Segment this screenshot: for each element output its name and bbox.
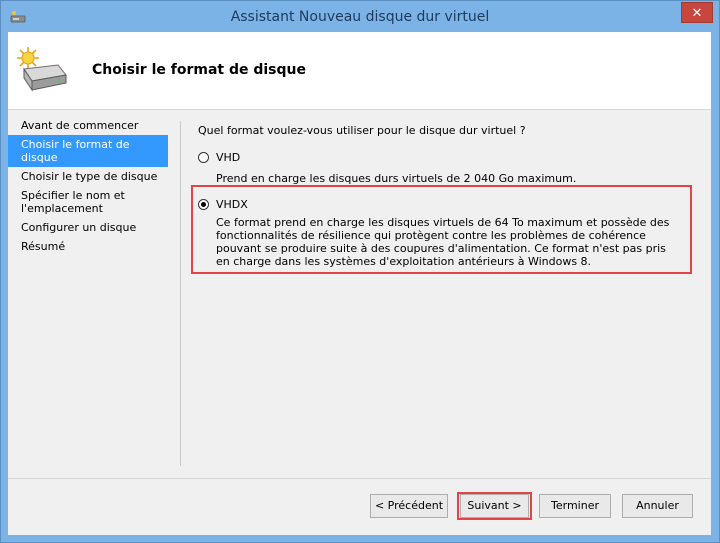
vhdx-highlight-box — [191, 185, 692, 274]
page-title: Choisir le format de disque — [92, 62, 306, 78]
nav-step-summary[interactable]: Résumé — [8, 237, 168, 256]
title-bar[interactable]: Assistant Nouveau disque dur virtuel ✕ — [1, 1, 719, 33]
nav-step-choose-disk-type[interactable]: Choisir le type de disque — [8, 167, 168, 186]
nav-divider — [180, 121, 181, 466]
next-button-highlight — [457, 492, 532, 520]
nav-step-configure-disk[interactable]: Configurer un disque — [8, 218, 168, 237]
wizard-client-area: Choisir le format de disque Avant de com… — [8, 32, 711, 535]
wizard-step-list: Avant de commencer Choisir le format de … — [8, 116, 168, 256]
cancel-button[interactable]: Annuler — [622, 494, 693, 518]
window-title: Assistant Nouveau disque dur virtuel — [230, 9, 490, 25]
vhd-label[interactable]: VHD — [216, 151, 240, 164]
nav-step-specify-name-location[interactable]: Spécifier le nom et l'emplacement — [8, 186, 168, 218]
close-icon: ✕ — [691, 6, 703, 21]
finish-button[interactable]: Terminer — [539, 494, 611, 518]
nav-step-before-you-begin[interactable]: Avant de commencer — [8, 116, 168, 135]
previous-button[interactable]: < Précédent — [370, 494, 448, 518]
button-bar-divider — [8, 478, 711, 479]
wizard-header: Choisir le format de disque — [8, 32, 711, 110]
vhd-option[interactable]: VHD — [198, 151, 698, 164]
vhd-radio[interactable] — [198, 152, 209, 163]
nav-step-choose-disk-format[interactable]: Choisir le format de disque — [8, 135, 168, 167]
format-question: Quel format voulez-vous utiliser pour le… — [198, 124, 526, 137]
wizard-window: Assistant Nouveau disque dur virtuel ✕ C… — [0, 0, 720, 543]
new-disk-icon — [17, 47, 67, 92]
close-button[interactable]: ✕ — [681, 2, 713, 23]
vhd-description: Prend en charge les disques durs virtuel… — [216, 172, 577, 185]
